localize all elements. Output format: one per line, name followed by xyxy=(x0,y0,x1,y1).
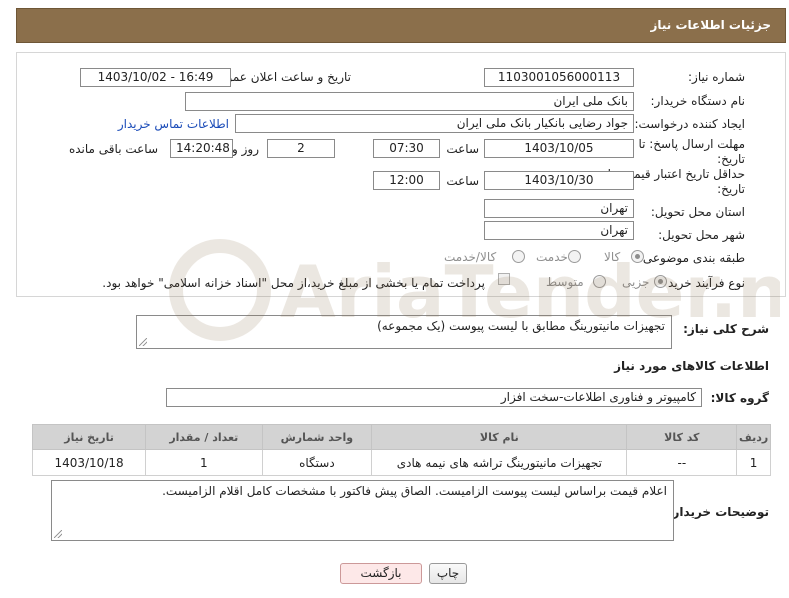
process-medium-radio[interactable] xyxy=(593,275,606,288)
cell-code: -- xyxy=(626,449,738,476)
validity-time-field[interactable]: 12:00 xyxy=(373,171,440,190)
description-textarea[interactable]: تجهیزات مانیتورینگ مطابق با لیست پیوست (… xyxy=(136,315,672,349)
process-label: نوع فرآیند خرید : xyxy=(660,276,745,290)
resize-grip-icon[interactable] xyxy=(54,530,62,538)
buyer-notes-textarea[interactable]: اعلام قیمت براساس لیست پیوست الزامیست. ا… xyxy=(51,480,674,541)
validity-date-field[interactable]: 1403/10/30 xyxy=(484,171,634,190)
category-goods-radio[interactable] xyxy=(631,250,644,263)
days-label: روز و xyxy=(232,142,259,156)
requester-label: ایجاد کننده درخواست: xyxy=(634,117,745,131)
back-button[interactable]: بازگشت xyxy=(340,563,422,584)
deadline-label-date: تاریخ: xyxy=(717,152,745,166)
page-title: جزئیات اطلاعات نیاز xyxy=(650,18,771,32)
validity-label-date: تاریخ: xyxy=(717,182,745,196)
buyer-notes-label: توضیحات خریدار: xyxy=(667,505,769,519)
buyer-org-label: نام دستگاه خریدار: xyxy=(650,94,746,108)
col-unit-header: واحد شمارش xyxy=(261,424,373,450)
col-date-header: تاریخ نیاز xyxy=(31,424,147,450)
remaining-time-label: ساعت باقی مانده xyxy=(68,142,158,156)
table-row[interactable]: 1 -- تجهیزات مانیتورینگ تراشه های نیمه ه… xyxy=(31,449,771,476)
print-button[interactable]: چاپ xyxy=(429,563,467,584)
treasury-payment-checkbox[interactable] xyxy=(498,273,510,285)
category-goods-label: کالا xyxy=(604,250,621,264)
goods-group-field[interactable]: کامپیوتر و فناوری اطلاعات-سخت افزار xyxy=(166,388,702,407)
category-service-label: خدمت xyxy=(536,250,568,264)
cell-qty: 1 xyxy=(145,449,263,476)
description-text: تجهیزات مانیتورینگ مطابق با لیست پیوست (… xyxy=(377,319,665,333)
need-number-label: شماره نیاز: xyxy=(688,70,745,84)
requester-field[interactable]: جواد رضایی بانکیار بانک ملی ایران xyxy=(235,114,634,133)
province-label: استان محل تحویل: xyxy=(650,205,745,219)
category-both-radio[interactable] xyxy=(512,250,525,263)
province-field[interactable]: تهران xyxy=(484,199,634,218)
cell-unit: دستگاه xyxy=(261,449,373,476)
category-both-label: کالا/خدمت xyxy=(444,250,497,264)
deadline-date-field[interactable]: 1403/10/05 xyxy=(484,139,634,158)
buyer-notes-text: اعلام قیمت براساس لیست پیوست الزامیست. ا… xyxy=(162,484,667,498)
city-label: شهر محل تحویل: xyxy=(658,228,745,242)
page-header: جزئیات اطلاعات نیاز xyxy=(16,8,786,43)
col-code-header: کد کالا xyxy=(626,424,738,450)
cell-date: 1403/10/18 xyxy=(31,449,147,476)
deadline-label: مهلت ارسال پاسخ: تا xyxy=(638,137,745,151)
need-number-field[interactable]: 1103001056000113 xyxy=(484,68,634,87)
process-minor-radio[interactable] xyxy=(654,275,667,288)
resize-grip-icon[interactable] xyxy=(139,338,147,346)
items-table: ردیف کد کالا نام کالا واحد شمارش تعداد /… xyxy=(31,424,771,476)
validity-time-label: ساعت xyxy=(446,174,479,188)
cell-name: تجهیزات مانیتورینگ تراشه های نیمه هادی xyxy=(371,449,628,476)
category-label: طبقه بندی موضوعی: xyxy=(638,251,745,265)
deadline-time-field[interactable]: 07:30 xyxy=(373,139,440,158)
buyer-org-field[interactable]: بانک ملی ایران xyxy=(185,92,634,111)
remaining-time-field[interactable]: 14:20:48 xyxy=(170,139,233,158)
buyer-contact-link[interactable]: اطلاعات تماس خریدار xyxy=(118,117,229,131)
goods-group-label: گروه کالا: xyxy=(710,391,769,405)
process-medium-label: متوسط xyxy=(546,275,584,289)
description-label: شرح کلی نیاز: xyxy=(683,322,769,336)
announce-field[interactable]: 1403/10/02 - 16:49 xyxy=(80,68,231,87)
payment-note: پرداخت تمام یا بخشی از مبلغ خرید،از محل … xyxy=(102,276,485,290)
process-minor-label: جزیی xyxy=(622,275,650,289)
cell-row: 1 xyxy=(736,449,771,476)
city-field[interactable]: تهران xyxy=(484,221,634,240)
col-qty-header: تعداد / مقدار xyxy=(145,424,263,450)
col-name-header: نام کالا xyxy=(371,424,628,450)
table-header-row: ردیف کد کالا نام کالا واحد شمارش تعداد /… xyxy=(31,424,771,450)
goods-section-title: اطلاعات کالاهای مورد نیاز xyxy=(614,359,769,373)
deadline-time-label: ساعت xyxy=(446,142,479,156)
category-service-radio[interactable] xyxy=(568,250,581,263)
remaining-days-field[interactable]: 2 xyxy=(267,139,335,158)
col-row-header: ردیف xyxy=(736,424,771,450)
